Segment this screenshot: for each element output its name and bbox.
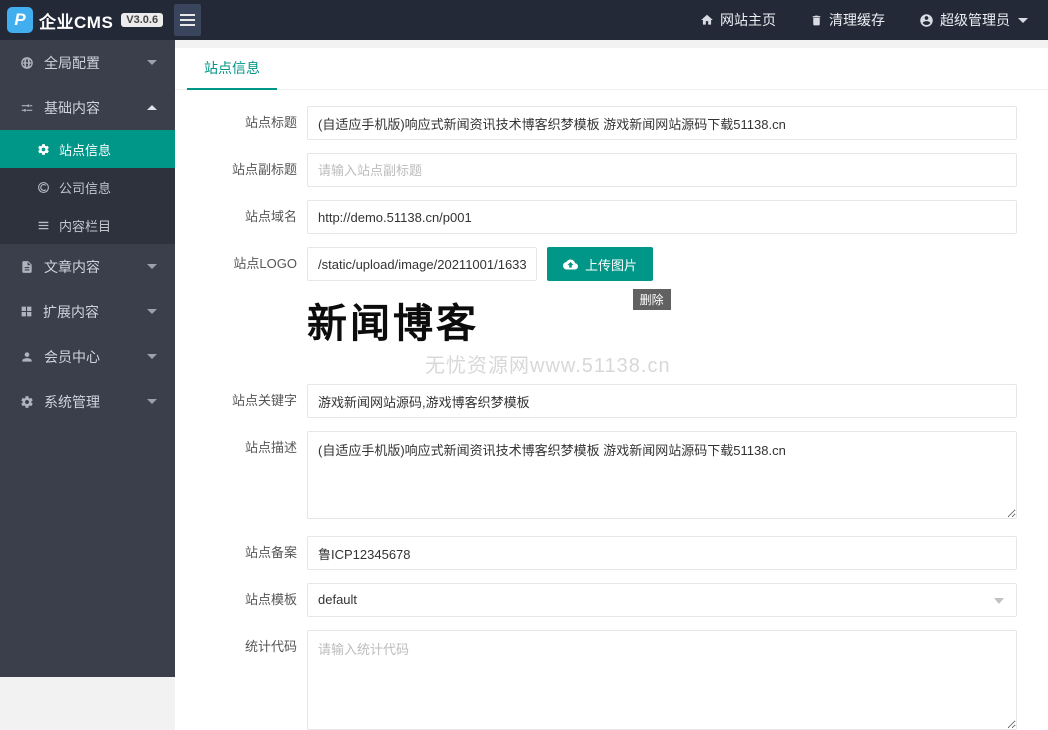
site-template-value: default	[318, 592, 358, 607]
site-template-label: 站点模板	[244, 592, 297, 607]
copyright-icon	[38, 181, 49, 193]
logo-watermark-text: 无忧资源网www.51138.cn	[425, 355, 671, 377]
delete-image-button[interactable]: 删除	[632, 289, 671, 310]
site-domain-input[interactable]	[307, 200, 1017, 234]
sidebar-item-label: 基础内容	[44, 99, 100, 116]
site-subtitle-label: 站点副标题	[231, 162, 297, 177]
site-domain-label: 站点域名	[244, 209, 297, 224]
sidebar-item-basic-content[interactable]: 基础内容	[0, 85, 175, 130]
form-row: 统计代码	[175, 630, 1048, 730]
site-description-textarea[interactable]: (自适应手机版)响应式新闻资讯技术博客织梦模板 游戏新闻网站源码下载51138.…	[307, 431, 1017, 519]
main-content: 站点信息 站点标题 站点副标题 站点域名 站点LOGO 上传图片	[175, 40, 1048, 730]
site-description-label: 站点描述	[244, 440, 297, 455]
chevron-down-icon	[147, 309, 157, 314]
form-row: 站点描述 (自适应手机版)响应式新闻资讯技术博客织梦模板 游戏新闻网站源码下载5…	[175, 431, 1048, 519]
tab-site-info[interactable]: 站点信息	[187, 48, 277, 90]
logo-preview: 删除 新闻博客 无忧资源网www.51138.cn	[307, 289, 671, 378]
site-title-input[interactable]	[307, 106, 1017, 140]
gear-icon	[21, 395, 33, 408]
admin-user-label: 超级管理员	[940, 12, 1010, 28]
site-subtitle-input[interactable]	[307, 153, 1017, 187]
sidebar-item-content-columns[interactable]: 内容栏目	[0, 206, 175, 244]
hamburger-icon	[180, 19, 195, 21]
app-title: 企业CMS	[39, 12, 114, 32]
tab-bar: 站点信息	[175, 48, 1048, 90]
sidebar-item-label: 站点信息	[59, 142, 112, 158]
logo-preview-image: 新闻博客	[307, 302, 479, 346]
site-keywords-label: 站点关键字	[231, 393, 297, 408]
upload-image-button[interactable]: 上传图片	[547, 247, 654, 281]
app-brand: P 企业CMS V3.0.6	[0, 7, 174, 33]
grid-icon	[21, 306, 32, 317]
chevron-down-icon	[994, 598, 1004, 604]
user-circle-icon	[920, 13, 933, 27]
site-keywords-input[interactable]	[307, 384, 1017, 418]
sidebar-item-label: 全局配置	[44, 54, 100, 71]
list-icon	[38, 221, 49, 229]
form-row: 站点域名	[175, 200, 1048, 234]
site-home-link[interactable]: 网站主页	[700, 10, 776, 30]
sidebar-item-label: 扩展内容	[43, 303, 99, 320]
header: P 企业CMS V3.0.6 网站主页 清理缓存 超级管理员	[0, 0, 1048, 40]
form-row: 站点标题	[175, 106, 1048, 140]
sidebar-item-member-center[interactable]: 会员中心	[0, 334, 175, 379]
sidebar-item-label: 公司信息	[59, 180, 112, 196]
clear-cache-button[interactable]: 清理缓存	[810, 10, 885, 30]
logo-preview-row: 删除 新闻博客 无忧资源网www.51138.cn	[175, 289, 1048, 378]
site-title-label: 站点标题	[244, 115, 297, 130]
gear-icon	[38, 143, 49, 155]
version-badge: V3.0.6	[121, 13, 164, 27]
site-icp-label: 站点备案	[244, 545, 297, 560]
form-row: 站点LOGO 上传图片	[175, 247, 1048, 281]
chevron-down-icon	[147, 354, 157, 359]
header-nav: 网站主页 清理缓存 超级管理员	[700, 10, 1048, 30]
sidebar-item-label: 系统管理	[44, 393, 100, 410]
clear-cache-label: 清理缓存	[829, 12, 885, 28]
upload-image-label: 上传图片	[585, 257, 638, 273]
chevron-down-icon	[147, 60, 157, 65]
form-row: 站点副标题	[175, 153, 1048, 187]
form-row: 站点备案	[175, 536, 1048, 570]
person-icon	[22, 351, 32, 362]
sidebar-item-label: 会员中心	[44, 348, 100, 365]
stats-code-textarea[interactable]	[307, 630, 1017, 730]
sliders-icon	[21, 104, 33, 111]
hamburger-icon	[180, 14, 195, 16]
content-panel: 站点信息 站点标题 站点副标题 站点域名 站点LOGO 上传图片	[175, 48, 1048, 730]
stats-code-label: 统计代码	[244, 639, 297, 654]
file-icon	[22, 260, 32, 273]
hamburger-icon	[180, 24, 195, 26]
site-home-label: 网站主页	[720, 12, 776, 28]
app-logo-icon: P	[7, 7, 33, 33]
form-row: 站点关键字	[175, 384, 1048, 418]
trash-icon	[812, 15, 821, 25]
chevron-down-icon	[1018, 17, 1028, 23]
sidebar-item-system-management[interactable]: 系统管理	[0, 379, 175, 424]
chevron-up-icon	[147, 105, 157, 110]
site-icp-input[interactable]	[307, 536, 1017, 570]
globe-icon	[21, 56, 33, 69]
sidebar-toggle-button[interactable]	[174, 4, 201, 36]
sidebar-item-site-info[interactable]: 站点信息	[0, 130, 175, 168]
sidebar-item-company-info[interactable]: 公司信息	[0, 168, 175, 206]
sidebar-item-label: 内容栏目	[59, 218, 112, 234]
site-template-select[interactable]: default	[307, 583, 1017, 617]
home-icon	[701, 14, 713, 25]
site-logo-input[interactable]	[307, 247, 537, 281]
form-row: 站点模板 default	[175, 583, 1048, 617]
admin-user-menu[interactable]: 超级管理员	[919, 10, 1028, 30]
sidebar-item-global-config[interactable]: 全局配置	[0, 40, 175, 85]
chevron-down-icon	[147, 264, 157, 269]
sidebar-item-extended-content[interactable]: 扩展内容	[0, 289, 175, 334]
sidebar-item-label: 文章内容	[44, 258, 100, 275]
cloud-upload-icon	[563, 259, 578, 269]
chevron-down-icon	[147, 399, 157, 404]
site-info-form: 站点标题 站点副标题 站点域名 站点LOGO 上传图片	[175, 90, 1048, 730]
site-logo-label: 站点LOGO	[233, 256, 297, 271]
sidebar-item-article-content[interactable]: 文章内容	[0, 244, 175, 289]
sidebar-submenu-basic-content: 站点信息 公司信息 内容栏目	[0, 130, 175, 244]
sidebar: 全局配置 基础内容 站点信息 公司信息 内容栏目 文章内容 扩展内容 会员中心	[0, 40, 175, 677]
